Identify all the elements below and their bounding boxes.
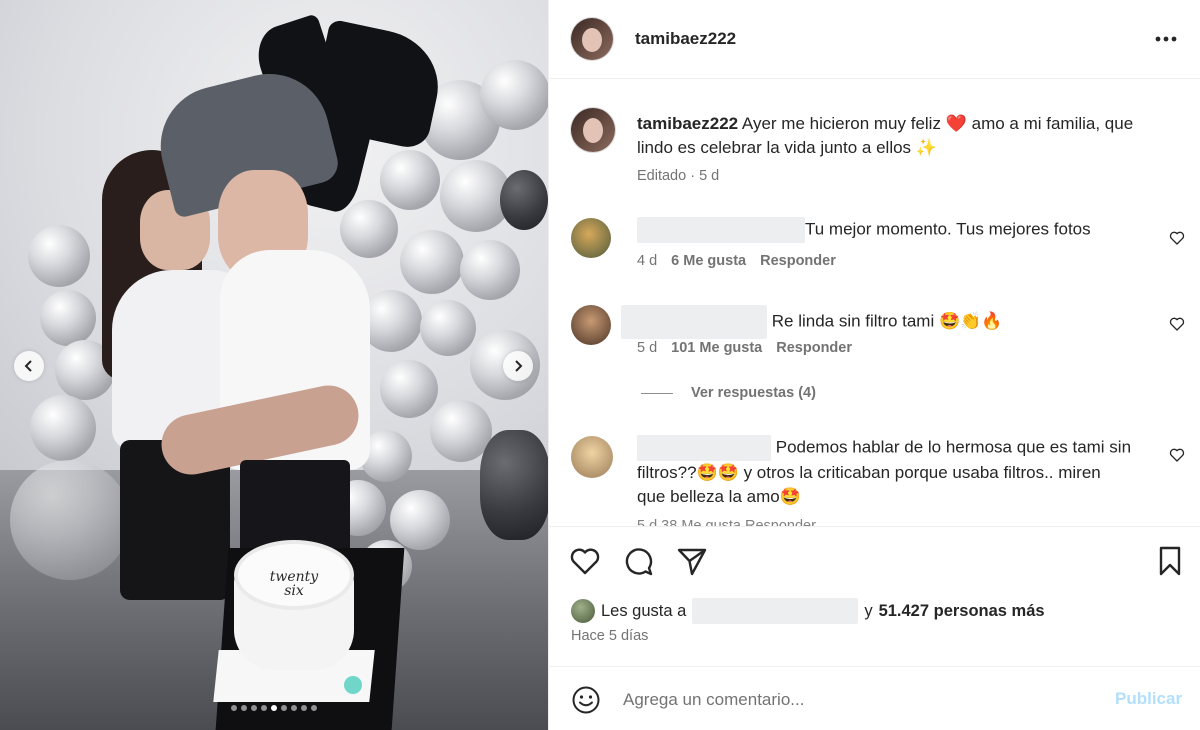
chevron-right-icon — [515, 360, 523, 372]
comment-button[interactable] — [621, 544, 655, 578]
comment-meta: 5 d 101 Me gusta Responder — [637, 340, 852, 356]
carousel-dot — [281, 705, 287, 711]
carousel-dot — [251, 705, 257, 711]
author-username[interactable]: tamibaez222 — [635, 29, 736, 49]
comment-likes[interactable]: 6 Me gusta — [671, 253, 746, 269]
carousel-dot — [301, 705, 307, 711]
carousel-dot — [291, 705, 297, 711]
balloon — [400, 230, 464, 294]
reply-button[interactable]: Responder — [760, 253, 836, 269]
carousel-dot — [261, 705, 267, 711]
more-horizontal-icon — [1155, 36, 1177, 42]
caption-meta: Editado · 5 d — [637, 168, 719, 184]
heart-icon[interactable] — [1169, 316, 1185, 332]
cake-logo — [344, 676, 362, 694]
post-header: tamibaez222 — [549, 0, 1200, 79]
emoji-icon[interactable] — [571, 685, 601, 715]
balloon — [30, 395, 96, 461]
carousel-dots — [0, 705, 548, 711]
comment-text: Re linda sin filtro tami 🤩👏🔥 — [621, 305, 1161, 339]
heart-icon — [570, 548, 600, 575]
carousel-dot — [271, 705, 277, 711]
blurred-username — [621, 305, 767, 339]
carousel-prev-button[interactable] — [14, 351, 44, 381]
liker-avatar — [571, 599, 595, 623]
like-button[interactable] — [568, 544, 602, 578]
send-icon — [677, 548, 707, 576]
heart-icon[interactable] — [1169, 230, 1185, 246]
likes-prefix: Les gusta a — [601, 601, 687, 620]
carousel-dot — [231, 705, 237, 711]
balloon — [40, 290, 96, 346]
caption-line1: Ayer me hicieron muy feliz — [741, 114, 941, 133]
likes-summary[interactable]: Les gusta a y 51.427 personas más — [571, 598, 1045, 624]
cake-text: twenty six — [269, 569, 319, 599]
sparkle-emoji: ✨ — [915, 138, 937, 157]
comment-text: Tu mejor momento. Tus mejores fotos — [637, 217, 1157, 243]
blurred-username — [637, 217, 805, 243]
heart-icon[interactable] — [1169, 447, 1185, 463]
balloon-dark — [480, 430, 548, 540]
post-photo[interactable]: twenty six — [0, 0, 548, 730]
commenter-avatar[interactable] — [571, 218, 611, 258]
comment-icon — [625, 548, 653, 576]
likes-count[interactable]: 51.427 personas más — [879, 602, 1045, 621]
blurred-username — [637, 435, 771, 461]
view-replies-button[interactable]: Ver respuestas (4) — [641, 385, 816, 401]
comment-text: Podemos hablar de lo hermosa que es tami… — [637, 435, 1157, 509]
post-actions: Les gusta a y 51.427 personas más Hace 5… — [549, 526, 1200, 644]
carousel-dot — [311, 705, 317, 711]
chevron-left-icon — [24, 360, 32, 372]
balloon — [460, 240, 520, 300]
share-button[interactable] — [675, 544, 709, 578]
more-options-button[interactable] — [1149, 26, 1183, 52]
commenter-avatar[interactable] — [571, 305, 611, 345]
comment-age: 4 d — [637, 253, 658, 269]
blurred-username — [692, 598, 859, 624]
carousel-next-button[interactable] — [503, 351, 533, 381]
comment-input[interactable] — [623, 685, 1103, 715]
cake — [234, 540, 354, 680]
balloon — [28, 225, 90, 287]
comment-body: Tu mejor momento. Tus mejores fotos — [805, 219, 1091, 239]
caption-edited-time: Editado · 5 d — [637, 168, 720, 184]
balloon-dark — [500, 170, 548, 230]
balloon — [380, 360, 438, 418]
caption-avatar[interactable] — [571, 108, 615, 152]
bookmark-icon — [1159, 546, 1181, 576]
caption-text: tamibaez222 Ayer me hicieron muy feliz ❤… — [637, 112, 1182, 160]
comment-body-line1: Podemos hablar de lo hermosa que es tami… — [775, 437, 1132, 457]
man-figure — [148, 61, 370, 570]
comment-body: Re linda sin filtro tami 🤩👏🔥 — [771, 311, 1003, 331]
caption-line1b: amo a mi familia, que — [971, 114, 1134, 133]
comment-body-line3: que belleza la amo🤩 — [637, 487, 801, 506]
post-panel: tamibaez222 tamibaez222 Ayer me hicieron… — [548, 0, 1200, 730]
balloon — [480, 60, 548, 130]
carousel-dot — [241, 705, 247, 711]
comment-meta-text: 5 d 38 Me gusta Responder — [637, 518, 816, 526]
red-heart-emoji: ❤️ — [945, 114, 967, 133]
comment-likes[interactable]: 101 Me gusta — [671, 340, 762, 356]
commenter-avatar[interactable] — [571, 436, 613, 478]
likes-connector: y — [864, 601, 873, 620]
balloon — [420, 300, 476, 356]
save-button[interactable] — [1153, 544, 1187, 578]
comments-list[interactable]: tamibaez222 Ayer me hicieron muy feliz ❤… — [549, 80, 1200, 526]
view-replies-label: Ver respuestas (4) — [691, 385, 816, 401]
comment-meta-partial: 5 d 38 Me gusta Responder — [637, 518, 816, 526]
balloon — [390, 490, 450, 550]
publish-button[interactable]: Publicar — [1115, 689, 1182, 709]
comment-age: 5 d — [637, 340, 658, 356]
author-avatar[interactable] — [571, 18, 613, 60]
caption-username[interactable]: tamibaez222 — [637, 114, 738, 133]
balloon — [380, 150, 440, 210]
post-timestamp: Hace 5 días — [571, 628, 649, 644]
comment-composer: Publicar — [549, 666, 1200, 730]
comment-body-line2: filtros??🤩🤩 y otros la criticaban porque… — [637, 463, 1101, 482]
reply-button[interactable]: Responder — [776, 340, 852, 356]
comment-meta: 4 d 6 Me gusta Responder — [637, 253, 836, 269]
caption-line2: lindo es celebrar la vida junto a ellos — [637, 138, 912, 157]
replies-divider — [641, 392, 673, 394]
